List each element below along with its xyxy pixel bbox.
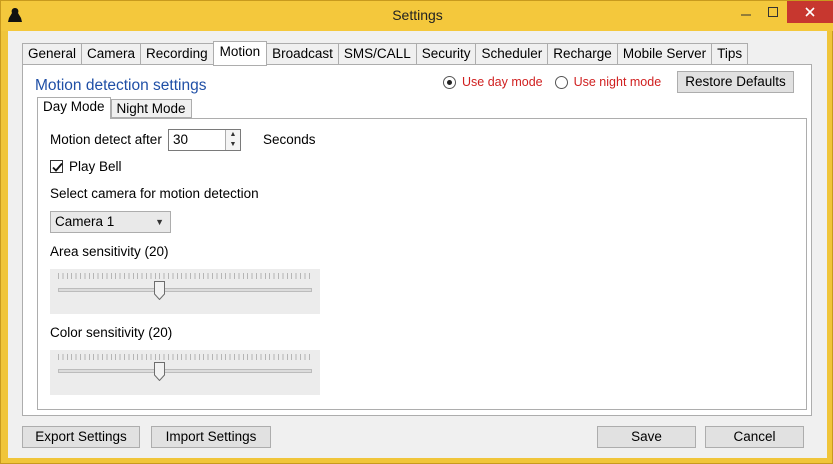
mode-subtabs: Day Mode Night Mode	[37, 97, 192, 119]
radio-dot-checked-icon[interactable]	[443, 75, 456, 89]
maximize-button[interactable]	[761, 1, 785, 23]
day-mode-panel: Motion detect after 30 ▲ ▼ Seconds Play …	[37, 118, 807, 410]
detect-after-label: Motion detect after	[50, 132, 162, 147]
slider-track[interactable]	[58, 288, 312, 292]
mode-radio-group: Use day mode Use night mode	[443, 75, 673, 89]
tab-sms-call[interactable]: SMS/CALL	[337, 43, 416, 65]
tab-security[interactable]: Security	[415, 43, 476, 65]
radio-dot-icon[interactable]	[554, 75, 568, 89]
detect-after-stepper[interactable]: 30 ▲ ▼	[168, 129, 241, 151]
tab-camera[interactable]: Camera	[81, 43, 141, 65]
section-title: Motion detection settings	[35, 77, 207, 94]
play-bell-label: Play Bell	[69, 159, 122, 174]
tab-tips[interactable]: Tips	[711, 43, 749, 65]
tab-mobile-server[interactable]: Mobile Server	[616, 43, 712, 65]
night-mode-label: Use night mode	[573, 75, 662, 89]
slider-track[interactable]	[58, 369, 312, 373]
slider-ticks	[58, 354, 312, 360]
minimize-button[interactable]	[734, 1, 758, 23]
area-sensitivity-slider[interactable]	[50, 269, 320, 314]
night-mode-radio[interactable]: Use night mode	[554, 75, 662, 89]
client-area: General Camera Recording Motion Broadcas…	[8, 31, 827, 458]
camera-select-label: Select camera for motion detection	[50, 186, 259, 201]
tab-scheduler[interactable]: Scheduler	[475, 43, 548, 65]
main-tabs: General Camera Recording Motion Broadcas…	[22, 41, 749, 66]
slider-ticks	[58, 273, 312, 279]
tab-recharge[interactable]: Recharge	[547, 43, 617, 65]
close-button[interactable]	[787, 1, 833, 23]
color-sensitivity-label: Color sensitivity (20)	[50, 325, 173, 340]
tab-general[interactable]: General	[22, 43, 82, 65]
cancel-button[interactable]: Cancel	[705, 426, 804, 448]
title-bar[interactable]: Settings	[1, 1, 833, 31]
detect-after-unit: Seconds	[263, 132, 316, 147]
subtab-night-mode[interactable]: Night Mode	[110, 99, 192, 118]
detect-after-value[interactable]: 30	[173, 132, 188, 147]
color-sensitivity-slider[interactable]	[50, 350, 320, 395]
import-settings-button[interactable]: Import Settings	[151, 426, 271, 448]
stepper-up-icon[interactable]: ▲	[226, 130, 240, 140]
chevron-down-icon: ▼	[155, 217, 164, 227]
slider-thumb-icon[interactable]	[154, 281, 166, 300]
tab-recording[interactable]: Recording	[140, 43, 213, 65]
day-mode-label: Use day mode	[462, 75, 543, 89]
restore-defaults-button[interactable]: Restore Defaults	[677, 71, 794, 93]
motion-tab-panel: Motion detection settings Use day mode U…	[22, 64, 812, 416]
stepper-down-icon[interactable]: ▼	[226, 140, 240, 150]
camera-select-value: Camera 1	[55, 214, 115, 229]
save-button[interactable]: Save	[597, 426, 696, 448]
export-settings-button[interactable]: Export Settings	[22, 426, 140, 448]
tab-motion[interactable]: Motion	[212, 41, 268, 66]
tab-broadcast[interactable]: Broadcast	[267, 43, 338, 65]
subtab-day-mode[interactable]: Day Mode	[37, 97, 111, 119]
settings-window: Settings General Camera Recording Motion…	[0, 0, 833, 464]
area-sensitivity-label: Area sensitivity (20)	[50, 244, 169, 259]
stepper-arrows: ▲ ▼	[225, 130, 240, 150]
window-title: Settings	[392, 7, 443, 23]
camera-select[interactable]: Camera 1 ▼	[50, 211, 171, 233]
checkbox-checked-icon[interactable]	[50, 160, 63, 173]
slider-thumb-icon[interactable]	[154, 362, 166, 381]
day-mode-radio[interactable]: Use day mode	[443, 75, 543, 89]
play-bell-checkbox[interactable]: Play Bell	[50, 159, 170, 176]
